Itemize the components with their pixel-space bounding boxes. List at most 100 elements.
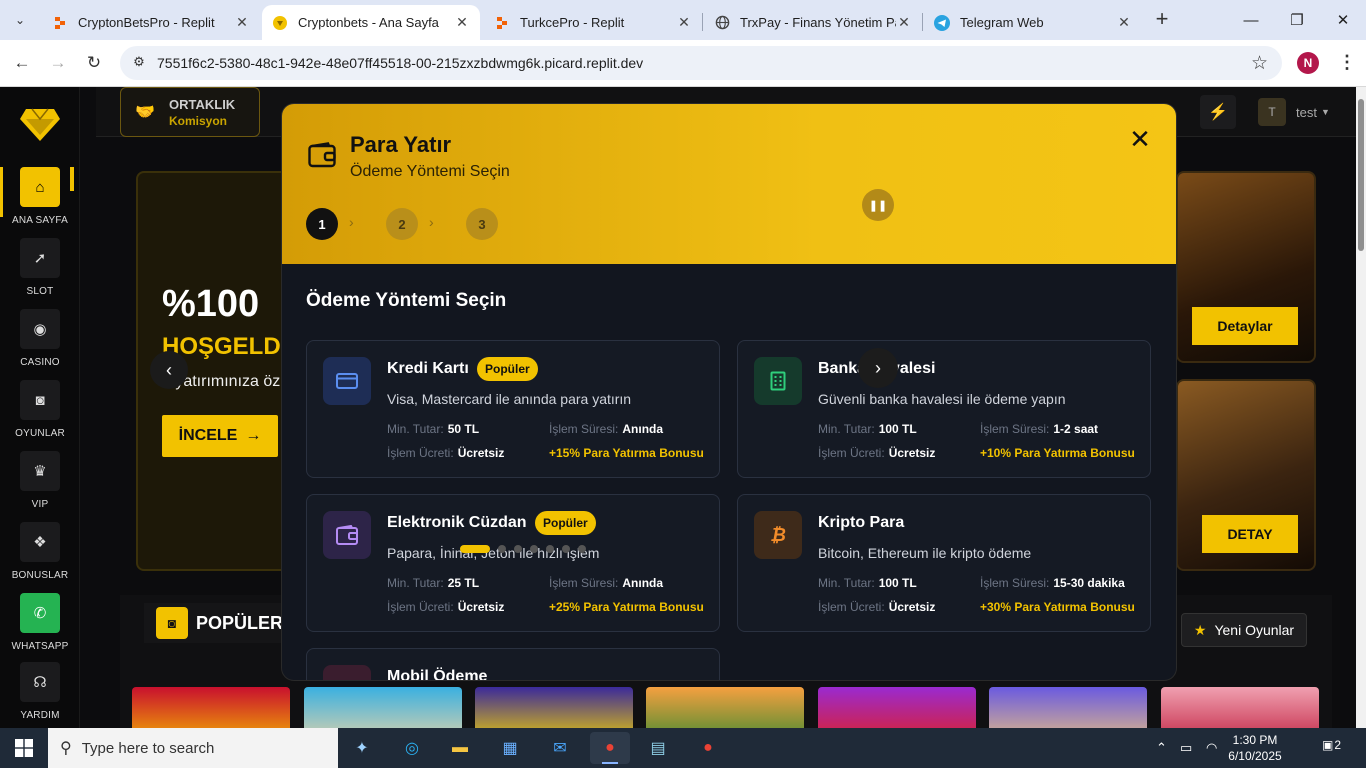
minimize-button[interactable]: — [1228, 0, 1274, 40]
tab-search-dropdown[interactable]: ⌄ [6, 6, 34, 34]
close-icon[interactable]: ✕ [454, 14, 470, 31]
wifi-icon[interactable]: ◠ [1206, 728, 1217, 768]
start-button[interactable] [0, 728, 48, 768]
affiliate-button[interactable]: 🤝 ORTAKLIK Komisyon [120, 87, 260, 137]
sidebar-item-games[interactable]: ◙ OYUNLAR [0, 380, 80, 440]
details-button[interactable]: DETAY [1202, 515, 1298, 553]
game-tile[interactable] [989, 687, 1147, 728]
new-tab-button[interactable]: + [1150, 8, 1174, 32]
close-icon[interactable]: ✕ [1128, 126, 1152, 152]
sidebar-item-casino[interactable]: ◉ CASINO [0, 309, 80, 369]
close-window-button[interactable]: ✕ [1320, 0, 1366, 40]
modal-header: Para Yatır Ödeme Yöntemi Seçin ✕ 1 › 2 ›… [282, 104, 1176, 264]
user-menu[interactable]: T test ▼ [1258, 95, 1356, 129]
sidebar-item-label: BONUSLAR [11, 570, 69, 581]
tab-cryptonbetspro[interactable]: CryptonBetsPro - Replit ✕ [42, 5, 260, 40]
logo-icon[interactable] [20, 107, 60, 143]
popular-badge: Popüler [477, 357, 538, 381]
chrome-icon[interactable]: ● [590, 732, 630, 764]
edge-icon[interactable]: ◎ [392, 732, 432, 764]
site-info-icon[interactable]: ⚙ [130, 54, 148, 72]
windows-taskbar: ⚲ Type here to search ✦ ◎ ▬ ▦ ✉ ● ▤ ● ⌃ … [0, 728, 1366, 768]
method-name: Kripto Para [818, 514, 905, 531]
url-text[interactable]: 7551f6c2-5380-48c1-942e-48e07ff45518-00-… [157, 55, 643, 71]
hero-cta-button[interactable]: İNCELE → [162, 415, 278, 457]
scrollbar-thumb[interactable] [1358, 99, 1364, 251]
tab-trxpay[interactable]: TrxPay - Finans Yönetim Pane ✕ [704, 5, 922, 40]
reload-button[interactable]: ↻ [82, 51, 106, 75]
value: Ücretsiz [888, 600, 936, 614]
notepad-icon[interactable]: ▤ [638, 732, 678, 764]
copilot-icon[interactable]: ✦ [342, 732, 382, 764]
forward-button[interactable]: → [46, 51, 70, 75]
close-icon[interactable]: ✕ [676, 14, 692, 31]
sidebar-item-label: WHATSAPP [11, 641, 69, 652]
carousel-dot[interactable] [460, 545, 490, 553]
payment-method-crypto[interactable]: ₿ Kripto Para Bitcoin, Ethereum ile krip… [737, 494, 1151, 632]
omnibox[interactable]: ⚙ 7551f6c2-5380-48c1-942e-48e07ff45518-0… [120, 46, 1282, 80]
sidebar-item-bonuses[interactable]: ❖ BONUSLAR [0, 522, 80, 582]
fee: İşlem Ücreti: Ücretsiz [818, 446, 935, 460]
game-tile[interactable] [475, 687, 633, 728]
chat-bubble-icon: ▣ [1322, 738, 1334, 752]
browser-menu-icon[interactable]: ⋮ [1338, 52, 1356, 73]
game-tile[interactable] [1161, 687, 1319, 728]
chrome-profile-icon[interactable]: ● [688, 732, 728, 764]
sidebar-item-help[interactable]: ☊ YARDIM [0, 662, 80, 722]
method-name: Elektronik Cüzdan [387, 514, 527, 531]
game-tile[interactable] [818, 687, 976, 728]
chips-icon: ◉ [20, 309, 60, 349]
back-button[interactable]: ← [10, 51, 34, 75]
carousel-next-button[interactable]: › [858, 348, 898, 388]
sidebar-item-vip[interactable]: ♛ VIP [0, 451, 80, 511]
carousel-dot[interactable] [498, 545, 506, 553]
payment-method-e-wallet[interactable]: Elektronik Cüzdan Popüler Papara, İninal… [306, 494, 720, 632]
taskbar-clock[interactable]: 1:30 PM 6/10/2025 [1222, 732, 1288, 764]
carousel-dot[interactable] [514, 545, 522, 553]
sidebar-item-whatsapp[interactable]: ✆ WHATSAPP [0, 593, 80, 653]
min-amount: Min. Tutar: 100 TL [818, 576, 917, 590]
game-tile[interactable] [304, 687, 462, 728]
carousel-prev-button[interactable]: ‹ [150, 351, 188, 389]
home-icon: ⌂ [20, 167, 60, 207]
mail-icon[interactable]: ✉ [540, 732, 580, 764]
profile-avatar[interactable]: N [1297, 52, 1319, 74]
payment-method-mobile[interactable]: ▯ Mobil Ödeme [306, 648, 720, 680]
battery-icon[interactable]: ▭ [1180, 728, 1192, 768]
fee: İşlem Ücreti: Ücretsiz [387, 446, 504, 460]
tab-cryptonbets-home[interactable]: Cryptonbets - Ana Sayfa ✕ [262, 5, 480, 40]
chevron-down-icon: ⌄ [14, 13, 26, 27]
file-explorer-icon[interactable]: ▬ [440, 732, 480, 764]
payment-method-bank-transfer[interactable]: Banka Havalesi Güvenli banka havalesi il… [737, 340, 1151, 478]
details-button[interactable]: Detaylar [1192, 307, 1298, 345]
value: 1-2 saat [1053, 422, 1099, 436]
maximize-button[interactable]: ❐ [1274, 0, 1320, 40]
close-icon[interactable]: ✕ [1116, 14, 1132, 31]
lightning-icon[interactable]: ⚡ [1200, 95, 1236, 129]
sidebar-item-slot[interactable]: ➚ SLOT [0, 238, 80, 298]
store-icon[interactable]: ▦ [490, 732, 530, 764]
taskbar-search[interactable]: ⚲ Type here to search [48, 728, 338, 768]
bookmark-star-icon[interactable]: ☆ [1251, 52, 1268, 75]
carousel-dot[interactable] [578, 545, 586, 553]
tray-chevron-up-icon[interactable]: ⌃ [1156, 728, 1167, 768]
sidebar-item-home[interactable]: ⌂ ANA SAYFA [0, 167, 80, 227]
new-games-button[interactable]: ★ Yeni Oyunlar [1181, 613, 1307, 647]
bonus-text: +30% Para Yatırma Bonusu [980, 600, 1135, 614]
carousel-dot[interactable] [530, 545, 538, 553]
page-scrollbar[interactable] [1356, 87, 1366, 728]
close-icon[interactable]: ✕ [234, 14, 250, 31]
close-icon[interactable]: ✕ [896, 14, 912, 31]
carousel-dot[interactable] [546, 545, 554, 553]
tab-telegram[interactable]: Telegram Web ✕ [924, 5, 1142, 40]
game-tile[interactable] [132, 687, 290, 728]
carousel-dot[interactable] [562, 545, 570, 553]
tab-turkcepro[interactable]: TurkcePro - Replit ✕ [484, 5, 702, 40]
payment-method-credit-card[interactable]: Kredi Kartı Popüler Visa, Mastercard ile… [306, 340, 720, 478]
replit-icon [494, 15, 510, 31]
label: Min. Tutar: [818, 422, 875, 436]
game-tile[interactable] [646, 687, 804, 728]
hero-cta-label: İNCELE [178, 427, 238, 444]
notification-center-button[interactable]: ▣2 [1322, 738, 1346, 758]
pause-icon[interactable]: ❚❚ [862, 189, 894, 221]
